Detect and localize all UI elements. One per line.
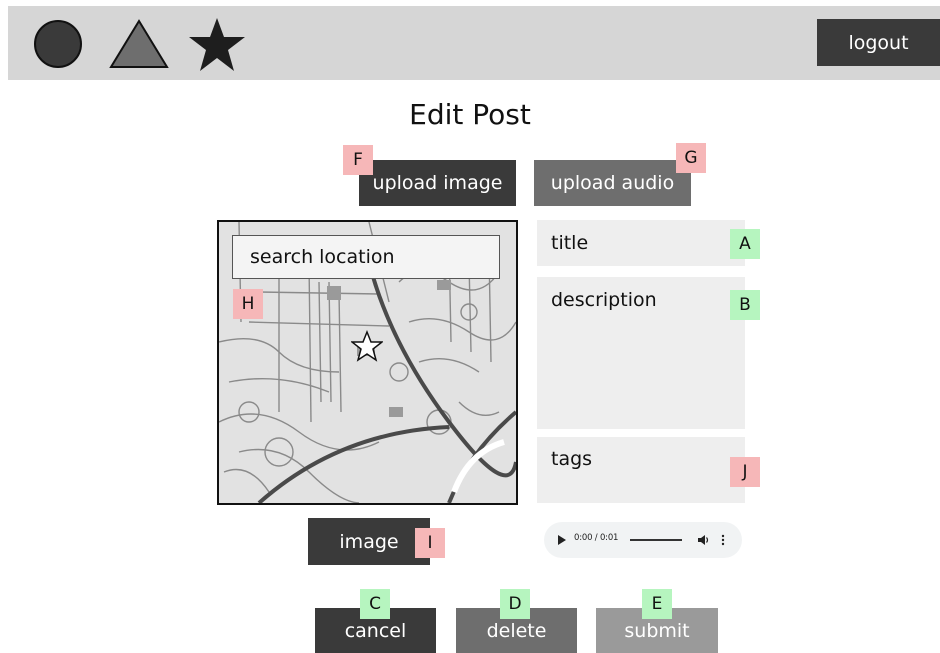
marker-g: G xyxy=(676,143,706,173)
audio-progress-track[interactable] xyxy=(630,539,682,541)
page-title: Edit Post xyxy=(409,98,531,131)
marker-i: I xyxy=(415,528,445,558)
logout-button[interactable]: logout xyxy=(817,19,940,66)
triangle-icon[interactable] xyxy=(108,18,170,70)
marker-a: A xyxy=(730,229,760,259)
marker-c: C xyxy=(360,589,390,619)
image-button[interactable]: image xyxy=(308,518,430,565)
top-bar xyxy=(8,6,940,80)
upload-image-button[interactable]: upload image xyxy=(359,160,516,206)
marker-j: J xyxy=(730,457,760,487)
search-location-input[interactable] xyxy=(232,235,500,279)
marker-b: B xyxy=(730,290,760,320)
marker-d: D xyxy=(500,589,530,619)
audio-player[interactable]: 0:00 / 0:01 xyxy=(544,522,742,558)
tags-field[interactable] xyxy=(537,437,745,503)
upload-audio-button[interactable]: upload audio xyxy=(534,160,691,206)
marker-h: H xyxy=(233,289,263,319)
circle-icon[interactable] xyxy=(32,18,84,70)
marker-e: E xyxy=(642,589,672,619)
play-icon[interactable] xyxy=(558,535,567,545)
star-icon[interactable] xyxy=(186,16,248,74)
volume-icon[interactable] xyxy=(698,534,710,546)
location-pin-star-icon[interactable] xyxy=(351,330,383,362)
more-options-icon[interactable] xyxy=(721,534,725,546)
title-field[interactable] xyxy=(537,220,745,266)
marker-f: F xyxy=(343,145,373,175)
audio-time: 0:00 / 0:01 xyxy=(574,533,619,543)
description-field[interactable] xyxy=(537,277,745,429)
